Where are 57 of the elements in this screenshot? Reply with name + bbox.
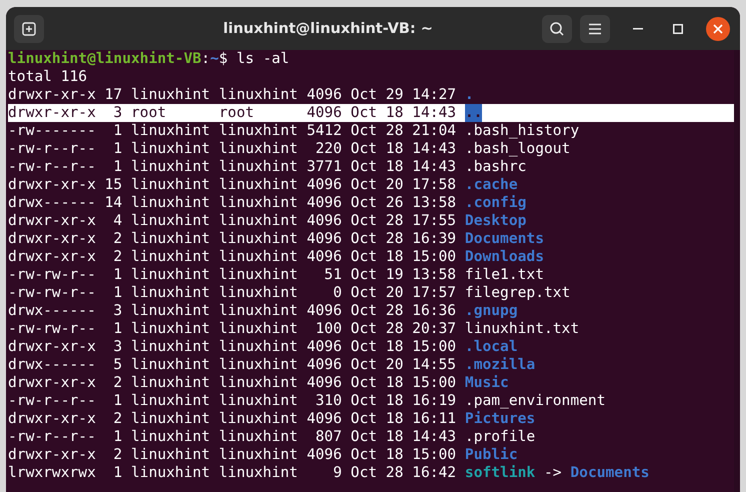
file-details: drwxr-xr-x 2 linuxhint linuxhint 4096 Oct 28 16:39	[8, 230, 456, 248]
link-name: softlink	[464, 464, 536, 482]
file-name: linuxhint.txt	[464, 320, 580, 338]
directory-name: Pictures	[464, 410, 536, 428]
file-name: .bashrc	[464, 158, 526, 176]
file-details: -rw-rw-r-- 1 linuxhint linuxhint 0 Oct 20 17:57	[8, 284, 456, 302]
file-details: -rw-r--r-- 1 linuxhint linuxhint 310 Oct 18 16:19	[8, 392, 456, 410]
file-details: drwxr-xr-x 2 linuxhint linuxhint 4096 Oct 18 16:11	[8, 410, 456, 428]
directory-name: .local	[464, 338, 518, 356]
search-button[interactable]	[542, 14, 572, 42]
directory-name: .gnupg	[464, 302, 518, 320]
search-icon	[549, 20, 565, 36]
directory-name: .	[464, 86, 474, 104]
file-details: drwxr-xr-x 2 linuxhint linuxhint 4096 Oct 18 15:00	[8, 374, 456, 392]
directory-name: Music	[464, 374, 509, 392]
file-details: drwxr-xr-x 3 linuxhint linuxhint 4096 Oct 18 15:00	[8, 338, 456, 356]
directory-name: Documents	[464, 230, 544, 248]
file-details: drwxr-xr-x 17 linuxhint linuxhint 4096 Oct 29 14:27	[8, 86, 456, 104]
link-target: Documents	[570, 464, 650, 482]
file-details: drwx------ 5 linuxhint linuxhint 4096 Oct 20 14:55	[8, 356, 456, 374]
minimize-icon	[633, 28, 643, 30]
file-name: .pam_environment	[464, 392, 606, 410]
file-details: -rw-rw-r-- 1 linuxhint linuxhint 51 Oct 19 13:58	[8, 266, 456, 284]
file-name: .bash_history	[464, 122, 580, 140]
file-details: lrwxrwxrwx 1 linuxhint linuxhint 9 Oct 28 16:42	[8, 464, 456, 482]
file-details: drwxr-xr-x 2 linuxhint linuxhint 4096 Oct 18 15:00	[8, 446, 456, 464]
new-tab-icon	[21, 20, 37, 36]
directory-name: Desktop	[464, 212, 526, 230]
file-name: .profile	[464, 428, 536, 446]
window-title: linuxhint@linuxhint-VB: ~	[222, 20, 434, 36]
close-icon	[713, 24, 723, 34]
new-tab-button[interactable]	[14, 14, 44, 42]
menu-icon	[588, 22, 602, 34]
file-details: -rw-r--r-- 1 linuxhint linuxhint 220 Oct 18 14:43	[8, 140, 456, 158]
link-arrow: ->	[544, 464, 562, 482]
file-details: -rw-rw-r-- 1 linuxhint linuxhint 100 Oct 28 20:37	[8, 320, 456, 338]
total-line: total 116	[8, 68, 88, 86]
file-details: drwxr-xr-x 4 linuxhint linuxhint 4096 Oct 28 17:55	[8, 212, 456, 230]
file-details: -rw-r--r-- 1 linuxhint linuxhint 807 Oct 18 14:43	[8, 428, 456, 446]
file-details: drwxr-xr-x 15 linuxhint linuxhint 4096 Oct 20 17:58	[8, 176, 456, 194]
directory-name: .cache	[464, 176, 518, 194]
file-details: drwx------ 3 linuxhint linuxhint 4096 Oct 28 16:36	[8, 302, 456, 320]
prompt-line: linuxhint@linuxhint-VB:~$ ls -al	[8, 50, 290, 68]
maximize-icon	[673, 24, 683, 34]
file-name: filegrep.txt	[464, 284, 570, 302]
file-name: .bash_logout	[464, 140, 570, 158]
file-details: drwx------ 14 linuxhint linuxhint 4096 Oct 26 13:58	[8, 194, 456, 212]
directory-name: .mozilla	[464, 356, 536, 374]
directory-name: Public	[464, 446, 518, 464]
directory-name: .config	[464, 194, 526, 212]
file-details: -rw-r--r-- 1 linuxhint linuxhint 3771 Oct 18 14:43	[8, 158, 456, 176]
file-details: drwxr-xr-x 2 linuxhint linuxhint 4096 Oct 18 15:00	[8, 248, 456, 266]
menu-button[interactable]	[580, 14, 610, 42]
file-name: file1.txt	[464, 266, 544, 284]
file-details: -rw------- 1 linuxhint linuxhint 5412 Oct 28 21:04	[8, 122, 456, 140]
directory-name: Downloads	[464, 248, 544, 266]
close-button[interactable]	[706, 16, 730, 40]
